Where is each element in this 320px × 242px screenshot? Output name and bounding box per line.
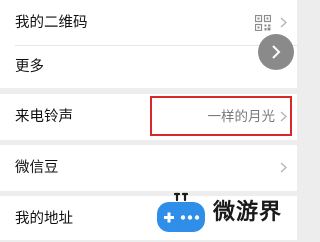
- qr-code-icon: [255, 15, 271, 31]
- gamepad-icon: [157, 192, 205, 232]
- row-label: 微信豆: [15, 160, 59, 176]
- row-label: 我的地址: [15, 211, 73, 227]
- row-more[interactable]: 更多: [0, 44, 297, 90]
- highlight-box: [150, 96, 292, 136]
- watermark: 微游界: [155, 190, 295, 236]
- settings-group-beans: 微信豆: [0, 145, 297, 191]
- watermark-text: 微游界: [213, 200, 283, 225]
- chevron-right-icon: [272, 45, 281, 59]
- chevron-right-icon: [280, 17, 287, 28]
- settings-screen: 我的二维码 更多 来电铃声 一样的月光 微信豆 我的地址 微游界: [0, 0, 297, 240]
- row-label: 更多: [15, 59, 44, 75]
- chevron-right-icon: [280, 162, 287, 173]
- row-label: 我的二维码: [15, 15, 88, 31]
- floating-chevron-button[interactable]: [258, 34, 294, 70]
- row-label: 来电铃声: [15, 109, 73, 125]
- settings-group-profile: 我的二维码 更多: [0, 0, 297, 88]
- row-wechat-beans[interactable]: 微信豆: [0, 145, 297, 191]
- row-my-qr-code[interactable]: 我的二维码: [0, 0, 297, 46]
